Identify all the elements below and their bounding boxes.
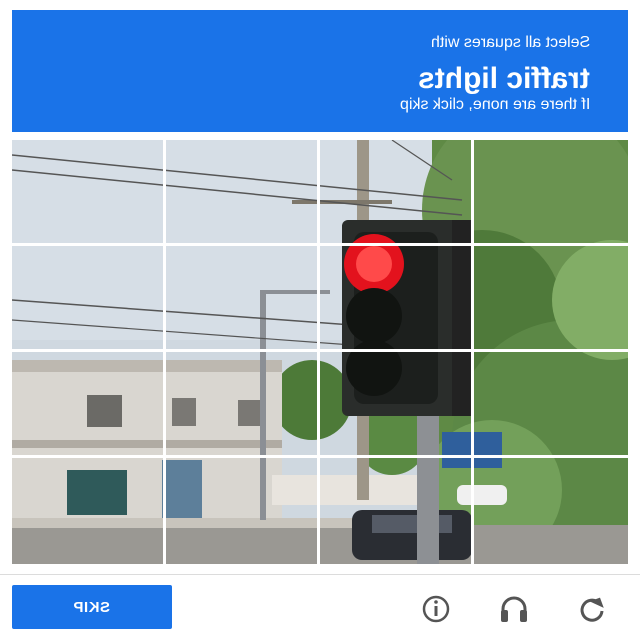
grid-tile[interactable] bbox=[320, 140, 474, 246]
grid-tile[interactable] bbox=[320, 246, 474, 352]
tile-grid bbox=[12, 140, 628, 564]
grid-tile[interactable] bbox=[166, 140, 320, 246]
grid-tile[interactable] bbox=[12, 458, 166, 564]
reload-icon[interactable] bbox=[572, 589, 612, 629]
instruction-text: Select all squares with bbox=[430, 34, 590, 51]
grid-tile[interactable] bbox=[12, 246, 166, 352]
hint-text: If there are none, click skip bbox=[399, 96, 590, 113]
skip-label: SKIP bbox=[73, 598, 111, 616]
image-grid bbox=[12, 140, 628, 564]
grid-tile[interactable] bbox=[12, 352, 166, 458]
grid-tile[interactable] bbox=[320, 352, 474, 458]
grid-tile[interactable] bbox=[166, 458, 320, 564]
grid-tile[interactable] bbox=[320, 458, 474, 564]
grid-tile[interactable] bbox=[474, 140, 628, 246]
grid-tile[interactable] bbox=[12, 140, 166, 246]
grid-tile[interactable] bbox=[474, 458, 628, 564]
captcha-dialog: Select all squares with traffic lights I… bbox=[0, 0, 640, 640]
skip-button[interactable]: SKIP bbox=[12, 585, 172, 629]
grid-tile[interactable] bbox=[166, 246, 320, 352]
info-icon[interactable] bbox=[416, 589, 456, 629]
grid-tile[interactable] bbox=[474, 352, 628, 458]
captcha-footer: SKIP bbox=[0, 574, 640, 640]
grid-tile[interactable] bbox=[166, 352, 320, 458]
target-text: traffic lights bbox=[418, 62, 590, 95]
captcha-header: Select all squares with traffic lights I… bbox=[12, 10, 628, 132]
audio-icon[interactable] bbox=[494, 589, 534, 629]
grid-tile[interactable] bbox=[474, 246, 628, 352]
